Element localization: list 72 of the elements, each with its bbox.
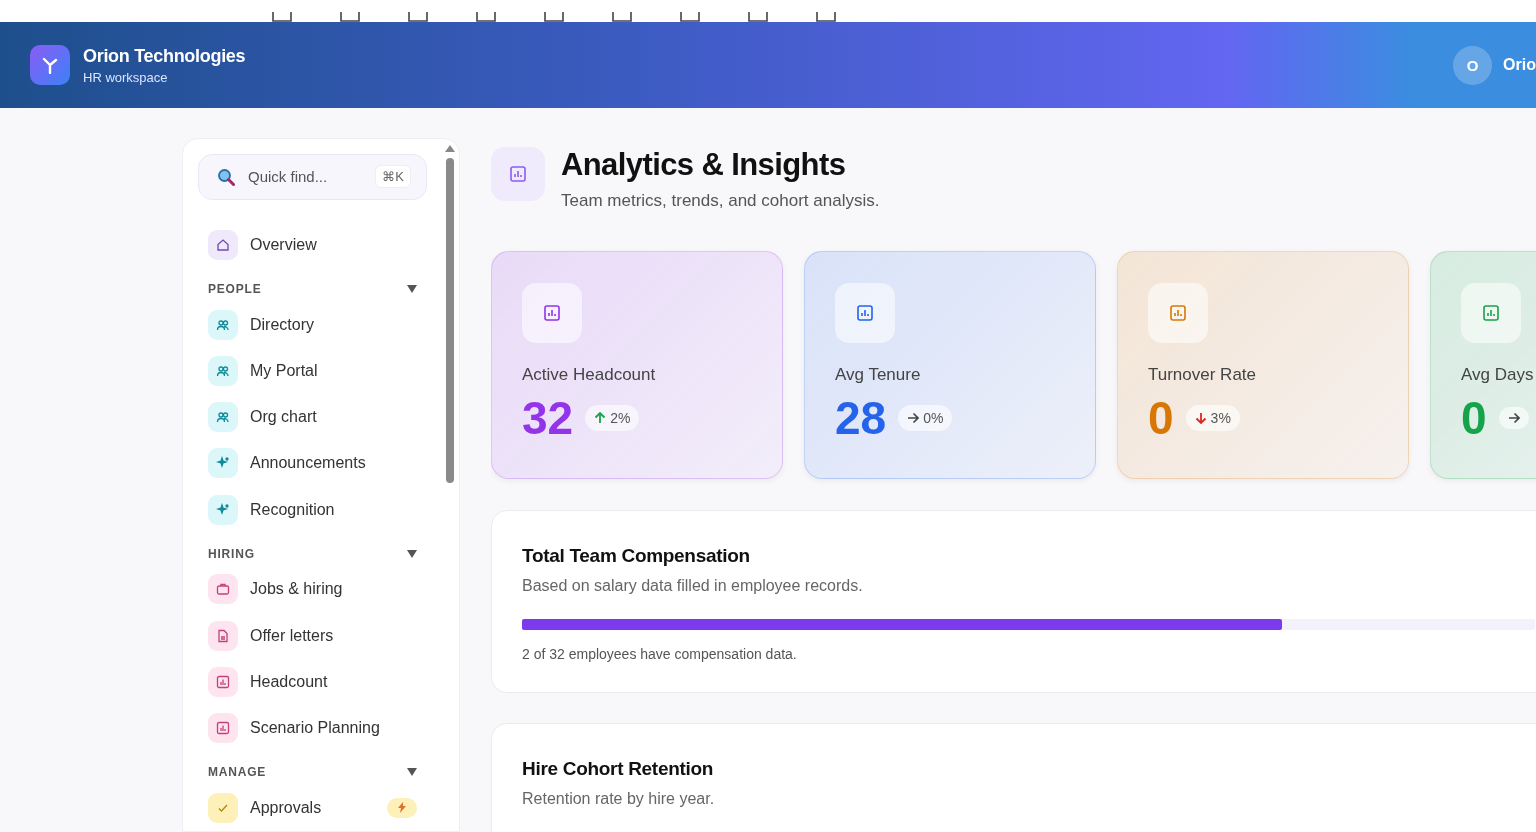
bar-chart-icon (1482, 304, 1500, 322)
folder-icon[interactable] (408, 12, 428, 22)
coverage-note: 2 of 32 employees have compensation data. (522, 646, 798, 662)
search-icon (217, 167, 235, 186)
card-subtitle: Based on salary data filled in employee records. (522, 577, 864, 595)
change-badge: 3% (1185, 405, 1240, 431)
users-icon (216, 363, 230, 378)
caret-icon[interactable] (407, 284, 417, 293)
change-badge: 2% (585, 405, 640, 431)
document-icon (216, 628, 230, 643)
nav-item[interactable]: Approvals (198, 784, 427, 831)
sparkle-icon (216, 502, 230, 517)
nav-item[interactable]: Announcements (198, 440, 427, 487)
bar-chart-icon (856, 304, 874, 322)
search-field[interactable]: Quick find... ⌘K (198, 154, 427, 200)
bar-chart-icon (509, 165, 527, 183)
bar-chart-icon (1169, 304, 1187, 322)
workspace-label: HR workspace (83, 69, 169, 85)
caret-icon[interactable] (407, 549, 417, 558)
nav-item[interactable]: Overview (198, 221, 427, 269)
metric-value: 0 (1461, 391, 1487, 445)
nav-item[interactable]: Org chart (198, 394, 427, 441)
page-title: Analytics & Insights (561, 147, 847, 183)
card-title: Hire Cohort Retention (522, 758, 715, 780)
metric-value: 0 (1148, 391, 1174, 445)
folder-icon[interactable] (544, 12, 564, 22)
change-badge: 0% (898, 405, 953, 431)
nav-item[interactable]: Scenario Planning (198, 705, 427, 752)
nav-item[interactable]: Headcount (198, 658, 427, 706)
folder-icon[interactable] (272, 12, 292, 22)
logo-icon (30, 45, 70, 85)
shortcut-key: ⌘K (375, 165, 411, 189)
folder-icon[interactable] (476, 12, 496, 22)
page-subtitle: Team metrics, trends, and cohort analysis. (561, 191, 880, 211)
nav-item[interactable]: Jobs & hiring (198, 566, 427, 613)
search-input[interactable]: Quick find... (246, 167, 365, 187)
metric-label: Turnover Rate (1148, 365, 1258, 385)
metric-value: 28 (835, 391, 887, 445)
folder-icon[interactable] (680, 12, 700, 22)
users-icon (216, 410, 230, 425)
briefcase-icon (216, 582, 230, 597)
caret-icon[interactable] (407, 767, 417, 776)
right-arrow-icon (907, 412, 920, 424)
bar-chart-icon (543, 304, 561, 322)
metric-value: 32 (522, 391, 574, 445)
folder-icon[interactable] (748, 12, 768, 22)
section-label: PEOPLE (208, 281, 262, 296)
nav-item[interactable]: Directory (198, 301, 427, 348)
up-arrow-icon (594, 412, 607, 424)
nav-item[interactable]: My Portal (198, 347, 427, 394)
folder-icon[interactable] (612, 12, 632, 22)
scroll-up-icon[interactable] (445, 145, 455, 152)
right-arrow-icon (1507, 412, 1520, 424)
section-label: HIRING (208, 546, 255, 561)
metric-label: Active Headcount (522, 365, 657, 385)
home-icon (216, 238, 230, 252)
card-subtitle: Retention rate by hire year. (522, 790, 716, 808)
folder-icon[interactable] (816, 12, 836, 22)
users-icon (216, 317, 230, 332)
nav-item[interactable]: Offer letters (198, 612, 427, 659)
nav-item[interactable]: Recognition (198, 486, 427, 533)
company-name: Orion Technologies (83, 45, 246, 67)
section-label: MANAGE (208, 764, 267, 779)
metric-label: Avg Days (1461, 365, 1535, 385)
folder-icon[interactable] (340, 12, 360, 22)
metric-label: Avg Tenure (835, 365, 922, 385)
lightning-icon (398, 802, 406, 814)
scrollbar[interactable] (444, 145, 456, 483)
bar-chart-icon (216, 674, 230, 689)
card-title: Total Team Compensation (522, 545, 751, 567)
bar-chart-icon (216, 721, 230, 736)
down-arrow-icon (1194, 412, 1207, 424)
